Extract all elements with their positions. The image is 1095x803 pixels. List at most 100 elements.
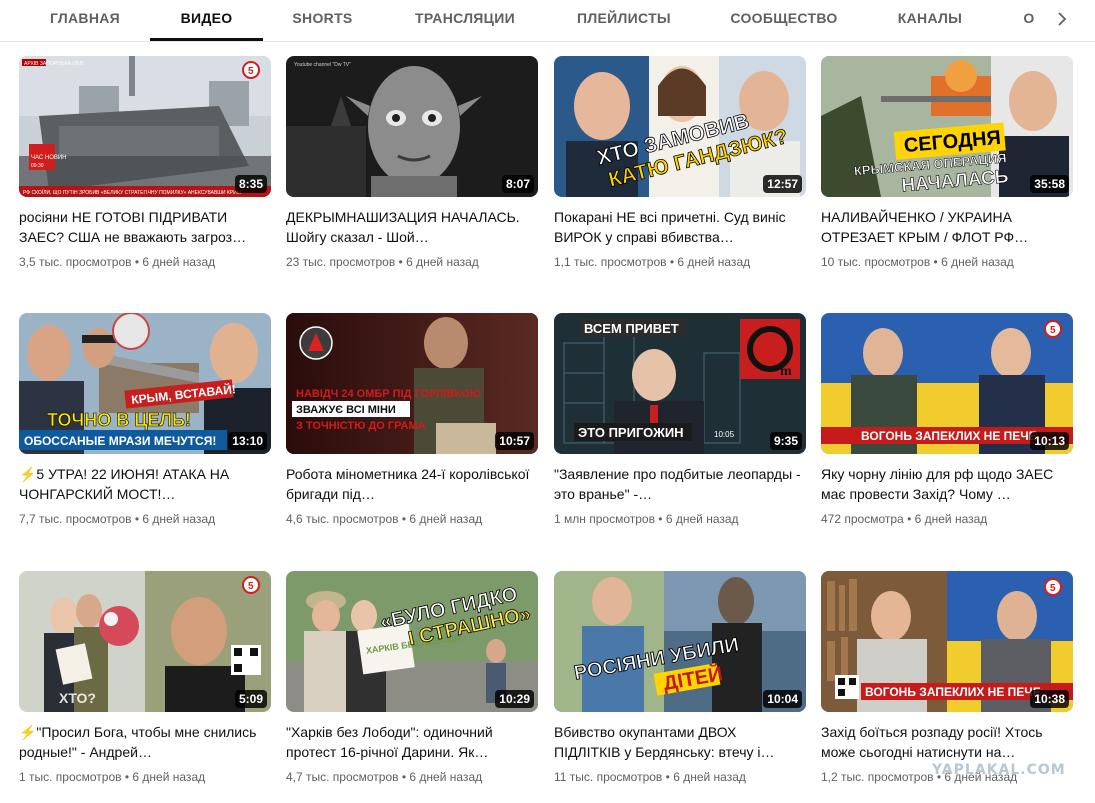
video-card[interactable]: НАВІДЧ 24 ОМБР ПІД ГОРЛІВКОЮ ЗВАЖУЄ ВСІ … bbox=[286, 313, 538, 545]
video-card[interactable]: КРЫМ, ВСТАВАЙ! ТОЧНО В ЦЕЛЬ! ОБОССАНЫЕ М… bbox=[19, 313, 271, 545]
video-card[interactable]: 5 ВОГОНЬ ЗАПЕКЛИХ НЕ ПЕЧЕ 10:13 Яку чорн… bbox=[821, 313, 1073, 545]
meta-separator: • bbox=[658, 512, 663, 526]
video-card[interactable]: ХТО ЗАМОВИВ КАТЮ ГАНДЗЮК? 12:57 Покарані… bbox=[554, 56, 806, 288]
video-thumbnail[interactable]: 5 ВОГОНЬ ЗАПЕКЛИХ НЕ ПЕЧЕ 10:38 bbox=[821, 571, 1073, 712]
view-count: 1 тыс. просмотров bbox=[19, 770, 122, 784]
video-card[interactable]: РОСІЯНИ УБИЛИ ДІТЕЙ 10:04 Вбивство окупа… bbox=[554, 571, 806, 803]
video-thumbnail[interactable]: СЕГОДНЯ КРЫМСКАЯ ОПЕРАЦИЯ НАЧАЛАСЬ 35:58 bbox=[821, 56, 1073, 197]
thumb-headline: НАВІДЧ 24 ОМБР ПІД ГОРЛІВКОЮ bbox=[296, 388, 481, 400]
channel-logo-text: 5 bbox=[1050, 325, 1056, 336]
view-count: 1,2 тыс. просмотров bbox=[821, 770, 934, 784]
video-title[interactable]: ДЕКРЫМНАШИЗАЦИЯ НАЧАЛАСЬ. Шойгу сказал -… bbox=[286, 207, 538, 247]
video-thumbnail[interactable]: ХАРКІВ БЕЗ ЛОБОДИ «БУЛО ГИДКО І СТРАШНО»… bbox=[286, 571, 538, 712]
video-card[interactable]: АРХІВ ЗАПОРІЗЬКА ОБЛ. ЧАС НОВИН 09:30 5 … bbox=[19, 56, 271, 288]
video-thumbnail[interactable]: m ВСЕМ ПРИВЕТ ЭТО ПРИГОЖИН 10:05 9:35 bbox=[554, 313, 806, 454]
chevron-right-icon bbox=[1058, 12, 1067, 26]
upload-age: 6 дней назад bbox=[914, 512, 988, 526]
upload-age: 6 дней назад bbox=[409, 770, 483, 784]
tab-shorts[interactable]: SHORTS bbox=[270, 0, 375, 41]
video-title[interactable]: Робота мінометника 24-ї королівської бри… bbox=[286, 464, 538, 504]
video-duration: 10:38 bbox=[1030, 690, 1069, 708]
video-duration: 8:07 bbox=[501, 175, 534, 193]
video-title[interactable]: Вбивство окупантами ДВОХ ПІДЛІТКІВ у Бер… bbox=[554, 722, 806, 762]
thumb-caption: 09:30 bbox=[31, 163, 44, 169]
video-thumbnail[interactable]: 5 ВОГОНЬ ЗАПЕКЛИХ НЕ ПЕЧЕ 10:13 bbox=[821, 313, 1073, 454]
channel-logo-text: m bbox=[780, 364, 792, 379]
video-duration: 12:57 bbox=[763, 175, 802, 193]
upload-age: 6 дней назад bbox=[142, 512, 216, 526]
view-count: 11 тыс. просмотров bbox=[554, 770, 663, 784]
active-tab-indicator bbox=[150, 38, 263, 41]
meta-separator: • bbox=[401, 512, 407, 526]
view-count: 1 млн просмотров bbox=[554, 512, 655, 526]
video-thumbnail[interactable]: ХТО ЗАМОВИВ КАТЮ ГАНДЗЮК? 12:57 bbox=[554, 56, 806, 197]
tab-playlists[interactable]: ПЛЕЙЛИСТЫ bbox=[558, 0, 690, 41]
video-title[interactable]: росіяни НЕ ГОТОВІ ПІДРИВАТИ ЗАЕС? США не… bbox=[19, 207, 271, 247]
thumb-headline: ЗВАЖУЄ ВСІ МІНИ bbox=[296, 404, 396, 416]
video-card[interactable]: m ВСЕМ ПРИВЕТ ЭТО ПРИГОЖИН 10:05 9:35 "З… bbox=[554, 313, 806, 545]
tab-live[interactable]: ТРАНСЛЯЦИИ bbox=[398, 0, 532, 41]
meta-separator: • bbox=[907, 512, 912, 526]
video-thumbnail[interactable]: НАВІДЧ 24 ОМБР ПІД ГОРЛІВКОЮ ЗВАЖУЄ ВСІ … bbox=[286, 313, 538, 454]
view-count: 1,1 тыс. просмотров bbox=[554, 255, 667, 269]
thumb-caption: АРХІВ ЗАПОРІЗЬКА ОБЛ. bbox=[24, 61, 84, 67]
video-thumbnail[interactable]: РОСІЯНИ УБИЛИ ДІТЕЙ 10:04 bbox=[554, 571, 806, 712]
video-card[interactable]: Youtube channel "Dw TV" 8:07 ДЕКРЫМНАШИЗ… bbox=[286, 56, 538, 288]
upload-age: 6 дней назад bbox=[665, 512, 739, 526]
video-duration: 13:10 bbox=[228, 432, 267, 450]
video-thumbnail[interactable]: 5 ХТО? 5:09 bbox=[19, 571, 271, 712]
tab-community[interactable]: СООБЩЕСТВО bbox=[714, 0, 854, 41]
meta-separator: • bbox=[401, 770, 407, 784]
video-title[interactable]: Захід боїться розпаду росії! Хтось може … bbox=[821, 722, 1073, 762]
video-thumbnail[interactable]: Youtube channel "Dw TV" 8:07 bbox=[286, 56, 538, 197]
video-meta: 472 просмотра • 6 дней назад bbox=[821, 512, 987, 526]
upload-age: 6 дней назад bbox=[673, 770, 746, 784]
video-duration: 10:13 bbox=[1030, 432, 1069, 450]
video-duration: 5:09 bbox=[234, 690, 267, 708]
thumb-caption: Youtube channel "Dw TV" bbox=[294, 62, 351, 68]
channel-logo-text: 5 bbox=[248, 581, 254, 592]
video-title[interactable]: "Заявление про подбитые леопарды - это в… bbox=[554, 464, 806, 504]
upload-age: 6 дней назад bbox=[142, 255, 216, 269]
tab-videos[interactable]: ВИДЕО bbox=[150, 0, 263, 41]
channel-logo-text: 5 bbox=[248, 66, 254, 77]
meta-separator: • bbox=[134, 512, 140, 526]
upload-age: 6 дней назад bbox=[132, 770, 206, 784]
meta-separator: • bbox=[124, 770, 130, 784]
view-count: 472 просмотра bbox=[821, 512, 904, 526]
channel-tabs: ГЛАВНАЯ ВИДЕО SHORTS ТРАНСЛЯЦИИ ПЛЕЙЛИСТ… bbox=[0, 0, 1095, 42]
meta-separator: • bbox=[933, 255, 938, 269]
video-duration: 10:29 bbox=[495, 690, 534, 708]
tab-home[interactable]: ГЛАВНАЯ bbox=[30, 0, 140, 41]
video-card[interactable]: ХАРКІВ БЕЗ ЛОБОДИ «БУЛО ГИДКО І СТРАШНО»… bbox=[286, 571, 538, 803]
thumb-caption: ЧАС НОВИН bbox=[31, 155, 67, 161]
video-meta: 1 тыс. просмотров • 6 дней назад bbox=[19, 770, 205, 784]
tab-channels[interactable]: КАНАЛЫ bbox=[878, 0, 982, 41]
thumb-headline: ВОГОНЬ ЗАПЕКЛИХ НЕ ПЕЧЕ bbox=[865, 685, 1041, 699]
upload-age: 6 дней назад bbox=[677, 255, 751, 269]
video-title[interactable]: Яку чорну лінію для рф щодо ЗАЕС має про… bbox=[821, 464, 1073, 504]
meta-separator: • bbox=[665, 770, 670, 784]
video-card[interactable]: 5 ХТО? 5:09 ⚡"Просил Бога, чтобы мне сни… bbox=[19, 571, 271, 803]
meta-separator: • bbox=[669, 255, 675, 269]
video-meta: 7,7 тыс. просмотров • 6 дней назад bbox=[19, 512, 215, 526]
video-title[interactable]: "Харків без Лободи": одиночний протест 1… bbox=[286, 722, 538, 762]
video-title[interactable]: ⚡5 УТРА! 22 ИЮНЯ! АТАКА НА ЧОНГАРСКИЙ МО… bbox=[19, 464, 271, 504]
video-card[interactable]: СЕГОДНЯ КРЫМСКАЯ ОПЕРАЦИЯ НАЧАЛАСЬ 35:58… bbox=[821, 56, 1073, 288]
view-count: 4,7 тыс. просмотров bbox=[286, 770, 399, 784]
video-meta: 4,7 тыс. просмотров • 6 дней назад bbox=[286, 770, 482, 784]
video-title[interactable]: Покарані НЕ всі причетні. Суд виніс ВИРО… bbox=[554, 207, 806, 247]
video-thumbnail[interactable]: АРХІВ ЗАПОРІЗЬКА ОБЛ. ЧАС НОВИН 09:30 5 … bbox=[19, 56, 271, 197]
view-count: 7,7 тыс. просмотров bbox=[19, 512, 132, 526]
view-count: 23 тыс. просмотров bbox=[286, 255, 396, 269]
tabs-next-button[interactable] bbox=[1049, 6, 1075, 32]
thumb-caption: ХТО? bbox=[59, 690, 96, 706]
video-title[interactable]: ⚡"Просил Бога, чтобы мне снились родные!… bbox=[19, 722, 271, 762]
video-thumbnail[interactable]: КРЫМ, ВСТАВАЙ! ТОЧНО В ЦЕЛЬ! ОБОССАНЫЕ М… bbox=[19, 313, 271, 454]
view-count: 3,5 тыс. просмотров bbox=[19, 255, 132, 269]
thumb-headline: ЭТО ПРИГОЖИН bbox=[578, 425, 684, 440]
news-ticker: РФ СКОЇЛИ, ЩО ПУТІН ЗРОБИВ «ВЕЛИКУ СТРАТ… bbox=[23, 189, 241, 196]
tab-about[interactable]: О bbox=[1016, 0, 1042, 41]
video-title[interactable]: НАЛИВАЙЧЕНКО / УКРАИНА ОТРЕЗАЕТ КРЫМ / Ф… bbox=[821, 207, 1073, 247]
video-meta: 4,6 тыс. просмотров • 6 дней назад bbox=[286, 512, 482, 526]
